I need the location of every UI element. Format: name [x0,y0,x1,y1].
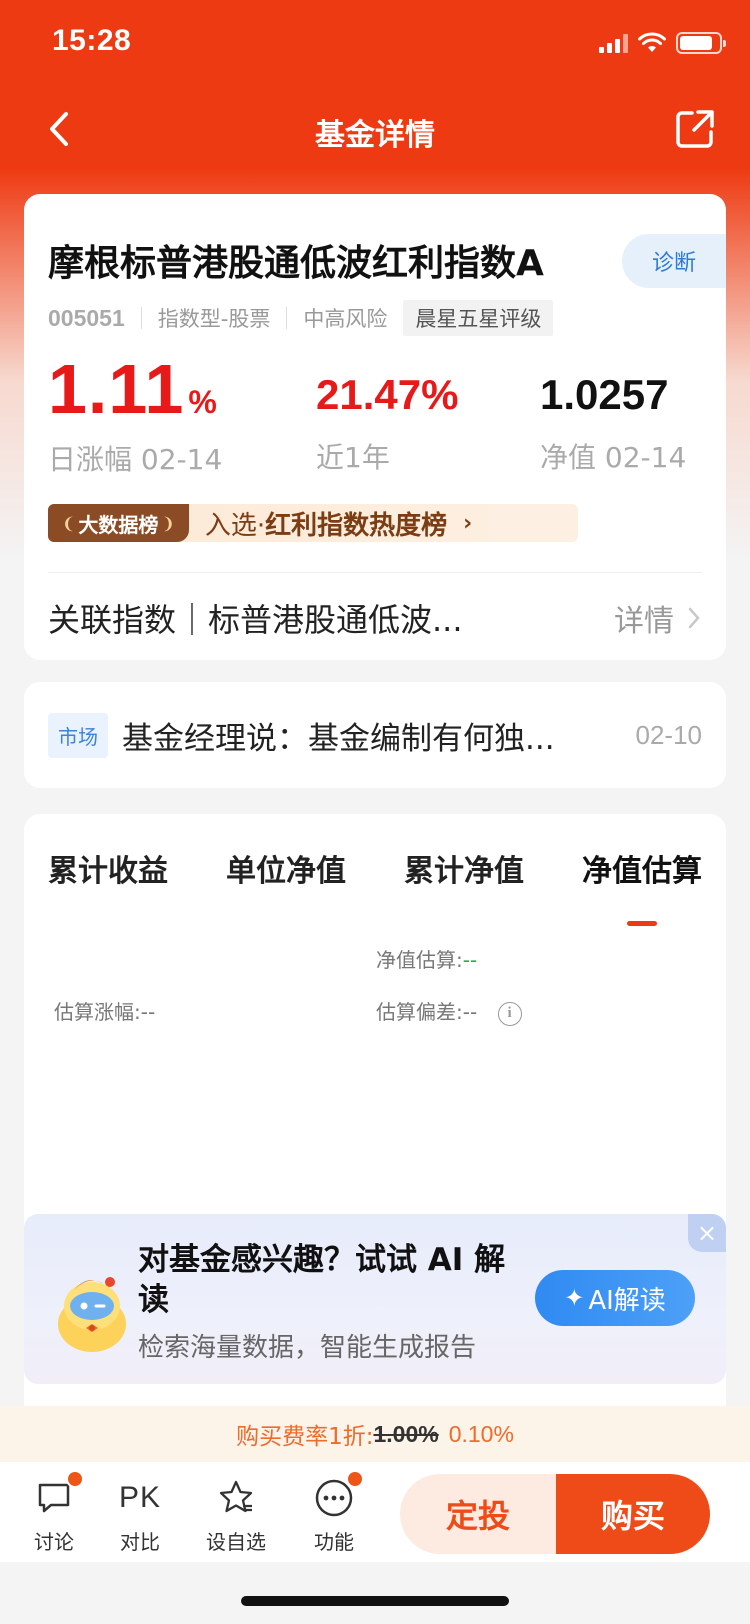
mascot-icon [58,1277,126,1352]
page-title: 基金详情 [315,118,435,153]
add-watchlist-button[interactable]: 设自选 [196,1476,276,1555]
nav-bar: 基金详情 [0,96,750,166]
action-buttons: 定投 购买 [400,1474,710,1554]
functions-button[interactable]: 功能 [294,1470,374,1555]
estimate-deviation-readout: 估算偏差:-- i [376,996,522,1026]
estimate-change-label: 估算涨幅: [54,1000,141,1024]
daily-change-stat: 1.11% 日涨幅 02-14 [48,354,222,478]
fee-label: 购买费率1折: [236,1424,374,1450]
fund-meta: 005051 指数型-股票 中高风险 晨星五星评级 [48,300,554,336]
meta-divider [286,307,288,329]
divider [48,572,702,573]
status-bar: 15:28 [0,0,750,90]
year-return-stat: 21.47% 近1年 [316,374,458,476]
fund-risk: 中高风险 [303,307,388,331]
year-return-label: 近1年 [316,441,390,474]
ai-promo-subtitle: 检索海量数据，智能生成报告 [138,1333,477,1363]
chevron-right-icon: › [463,510,473,536]
info-icon[interactable]: i [497,1001,522,1026]
ai-promo-title: 对基金感兴趣？试试 AI 解读 [138,1242,506,1318]
estimate-change-value: -- [140,1000,156,1024]
diagnose-button[interactable]: 诊断 [622,234,726,288]
ai-promo-card: × 对基金感兴趣？试试 AI 解读 检索海量数据，智能生成报告 ✦ AI解读 [24,1214,726,1384]
status-icons [599,32,726,54]
nav-estimate-label: 净值估算: [376,948,463,972]
star-icon [214,1476,258,1520]
fee-original: 1.00% [373,1420,439,1447]
news-title: 基金经理说：基金编制有何独... [122,720,555,757]
battery-icon [676,32,726,54]
estimate-change-readout: 估算涨幅:-- [54,996,155,1025]
nav-stat: 1.0257 净值 02-14 [540,374,686,476]
compare-button[interactable]: PK 对比 [100,1476,180,1555]
rank-text: 入选·红利指数热度榜 [205,505,447,542]
tab-unit-nav[interactable]: 单位净值 [226,846,346,890]
laurel-icon: ❨ [62,513,76,533]
related-index-detail: 详情 [614,604,674,639]
tab-nav-estimate-label: 净值估算 [582,854,702,889]
chart-tabs: 累计收益 单位净值 累计净值 净值估算 [48,846,702,926]
pk-icon: PK [118,1481,162,1514]
home-indicator [241,1596,509,1606]
more-icon [312,1470,364,1520]
related-index-row[interactable]: 关联指数｜标普港股通低波... 详情 [48,578,702,658]
tab-nav-estimate[interactable]: 净值估算 [582,846,702,926]
fee-discounted: 0.10% [448,1420,514,1447]
year-return-value: 21.47% [316,371,459,418]
share-icon[interactable] [670,104,720,154]
rank-badge-label: 大数据榜 [78,512,159,537]
discuss-label: 讨论 [34,1530,74,1554]
estimate-deviation-label: 估算偏差: [376,1000,463,1024]
buy-button[interactable]: 购买 [556,1474,710,1554]
daily-change-label: 日涨幅 02-14 [48,443,223,476]
meta-divider [140,307,142,329]
related-index-label: 关联指数｜标普港股通低波... [48,601,463,639]
ai-interpret-button[interactable]: ✦ AI解读 [535,1270,695,1326]
nav-label: 净值 02-14 [540,441,687,474]
signal-icon [599,33,628,53]
estimate-deviation-value: -- [462,1000,478,1024]
sip-button[interactable]: 定投 [400,1474,556,1554]
nav-estimate-readout: 净值估算:-- [376,944,477,973]
notification-dot [66,1470,84,1488]
active-tab-indicator [627,921,657,926]
laurel-icon: ❩ [161,513,175,533]
rank-banner[interactable]: ❨ 大数据榜 ❩ 入选·红利指数热度榜 › [48,504,578,542]
daily-change-value: 1.11% [48,350,218,428]
compare-label: 对比 [120,1530,160,1554]
close-icon[interactable]: × [688,1214,726,1252]
discuss-button[interactable]: 讨论 [14,1470,94,1555]
tab-cumulative-nav[interactable]: 累计净值 [404,846,524,890]
chevron-right-icon [688,607,700,629]
bottom-action-bar: 讨论 PK 对比 设自选 功能 定投 购买 [0,1462,750,1562]
sparkle-icon: ✦ [564,1284,585,1312]
fund-summary-card: 摩根标普港股通低波红利指数A 诊断 005051 指数型-股票 中高风险 晨星五… [24,194,726,660]
status-time: 15:28 [52,24,132,57]
fund-rating-tag[interactable]: 晨星五星评级 [403,300,554,336]
functions-label: 功能 [314,1530,354,1554]
fund-code: 005051 [48,304,125,331]
purchase-fee-bar: 购买费率1折: 1.00% 0.10% [0,1406,750,1462]
news-card[interactable]: 市场 基金经理说：基金编制有何独... 02-10 [24,682,726,788]
news-date: 02-10 [635,719,703,750]
tab-cumulative-return[interactable]: 累计收益 [48,846,168,890]
watchlist-label: 设自选 [206,1530,266,1554]
nav-estimate-value: -- [462,948,478,972]
news-tag: 市场 [48,712,108,758]
fund-name: 摩根标普港股通低波红利指数A [48,243,544,284]
rank-prefix: 入选· [204,510,266,541]
fund-type: 指数型-股票 [157,307,271,331]
big-data-rank-badge: ❨ 大数据榜 ❩ [48,504,189,542]
ai-interpret-label: AI解读 [588,1285,666,1316]
nav-value: 1.0257 [540,371,669,418]
rank-name: 红利指数热度榜 [265,510,448,541]
wifi-icon [638,32,666,52]
chat-bubble-icon [32,1470,84,1520]
notification-dot [346,1470,364,1488]
